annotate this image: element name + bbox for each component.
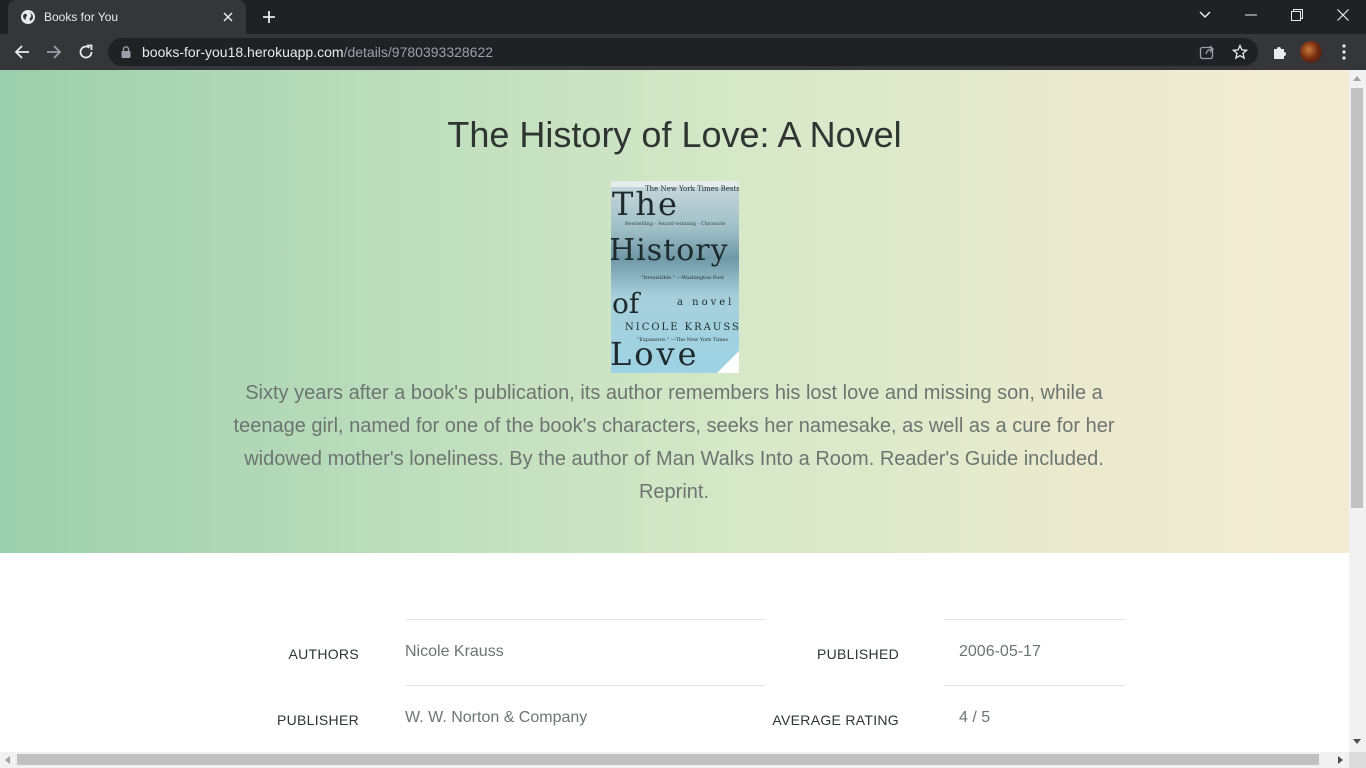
book-description: Sixty years after a book's publication, … (233, 382, 1115, 503)
arrow-right-icon (47, 45, 62, 59)
restore-icon (1291, 9, 1303, 21)
reload-icon (79, 44, 93, 59)
tab-search-button[interactable] (1182, 0, 1228, 30)
tab-title: Books for You (44, 10, 119, 24)
url-host: books-for-you18.herokuapp.com (142, 44, 344, 60)
lock-icon[interactable] (120, 45, 132, 59)
address-bar[interactable]: books-for-you18.herokuapp.com/details/97… (108, 38, 1258, 66)
puzzle-icon (1274, 47, 1286, 59)
url-path: /details/9780393328622 (343, 44, 494, 60)
scroll-down-arrow-icon[interactable] (1353, 739, 1361, 744)
publisher-label: PUBLISHER (276, 712, 359, 728)
star-icon[interactable] (1229, 42, 1251, 62)
scrollbar-corner (1349, 752, 1366, 768)
close-icon[interactable] (220, 9, 236, 25)
extensions-button[interactable] (1266, 38, 1294, 66)
window-close-button[interactable] (1320, 0, 1366, 30)
new-tab-button[interactable] (256, 5, 282, 29)
book-hero: The History of Love: A Novel The New Yor… (0, 70, 1349, 553)
horizontal-scrollbar[interactable] (0, 752, 1349, 768)
avatar[interactable] (1300, 41, 1322, 63)
cover-quote-1: "Irresistible." —Washington Post (641, 275, 724, 281)
vertical-scroll-thumb[interactable] (1351, 88, 1363, 508)
share-icon[interactable] (1196, 42, 1218, 62)
back-button[interactable] (8, 38, 36, 66)
cover-subtitle: a novel (677, 297, 735, 308)
minimize-button[interactable] (1228, 0, 1274, 30)
url-text[interactable]: books-for-you18.herokuapp.com/details/97… (142, 44, 493, 60)
divider (405, 619, 765, 620)
page-curl-icon (717, 351, 739, 373)
restore-button[interactable] (1274, 0, 1320, 30)
tab-strip: Books for You (0, 0, 1366, 34)
globe-icon (20, 9, 36, 25)
kebab-menu-icon (1342, 44, 1346, 60)
close-icon (1337, 9, 1349, 21)
book-cover-image[interactable]: The New York Times Bestseller The Bestse… (611, 181, 739, 373)
chevron-down-icon (1199, 11, 1211, 19)
scroll-left-arrow-icon[interactable] (5, 756, 10, 764)
arrow-left-icon (14, 45, 29, 59)
average-rating-label: AVERAGE RATING (772, 712, 899, 728)
average-rating-value: 4 / 5 (959, 709, 991, 726)
authors-value: Nicole Krauss (405, 643, 504, 660)
divider (944, 619, 1125, 620)
scroll-up-arrow-icon[interactable] (1353, 76, 1361, 81)
published-value: 2006-05-17 (959, 643, 1041, 660)
book-title: The History of Love: A Novel (447, 114, 902, 155)
cover-author: NICOLE KRAUSS (625, 322, 739, 333)
cover-word-the: The (612, 185, 679, 223)
book-details: AUTHORS Nicole Krauss PUBLISHED 2006-05-… (0, 553, 1349, 752)
reload-button[interactable] (72, 38, 100, 66)
divider (944, 685, 1125, 686)
page-viewport: The History of Love: A Novel The New Yor… (0, 70, 1349, 752)
browser-menu-button[interactable] (1330, 38, 1358, 66)
horizontal-scroll-thumb[interactable] (17, 754, 1319, 765)
cover-word-of: of (612, 287, 640, 320)
scroll-right-arrow-icon[interactable] (1338, 756, 1343, 764)
cover-blurb-top: Bestselling · Award-winning · Chronicle (625, 221, 726, 227)
publisher-value: W. W. Norton & Company (405, 709, 588, 726)
plus-icon (263, 11, 275, 23)
authors-label: AUTHORS (288, 646, 359, 662)
vertical-scrollbar[interactable] (1349, 70, 1366, 752)
cover-word-history: History (611, 233, 729, 268)
cover-word-love: Love (611, 335, 700, 373)
published-label: PUBLISHED (816, 646, 899, 662)
browser-tab[interactable]: Books for You (8, 0, 246, 34)
forward-button[interactable] (40, 38, 68, 66)
divider (405, 685, 765, 686)
minimize-icon (1245, 14, 1257, 16)
